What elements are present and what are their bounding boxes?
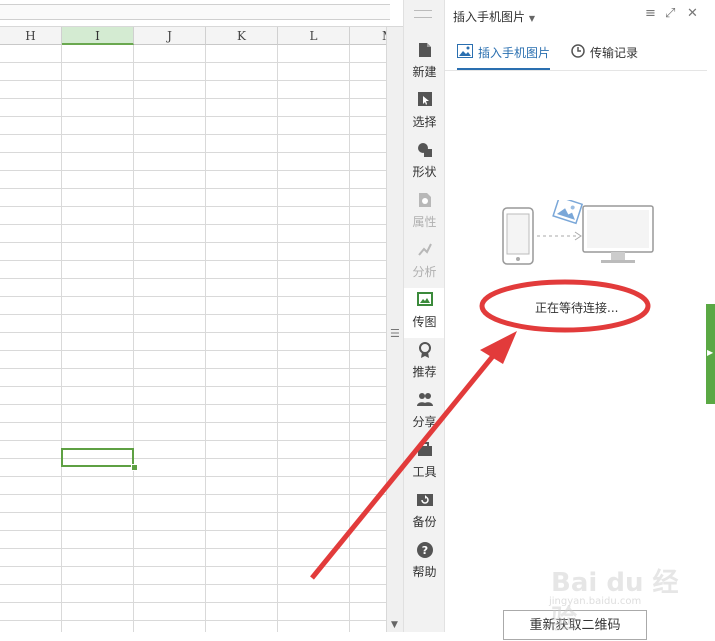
shape-icon [404, 142, 445, 160]
shrink-icon[interactable]: ⤢ [665, 6, 675, 21]
fill-handle[interactable] [131, 464, 138, 471]
scroll-grip-icon[interactable]: ☰ [390, 327, 400, 340]
file-icon [404, 42, 445, 60]
toolbar-select-button[interactable]: 选择 [404, 88, 445, 138]
phone-icon [502, 207, 534, 265]
vertical-scrollbar[interactable]: ☰ ▼ [386, 27, 403, 632]
recommend-icon [404, 342, 445, 360]
close-icon[interactable]: ✕ [687, 6, 698, 21]
toolbar-analyze-label: 分析 [412, 265, 437, 279]
expand-arrow-icon: ▶ [707, 348, 714, 357]
tab-transfer-history[interactable]: 传输记录 [571, 44, 638, 68]
toolbar-backup-label: 备份 [412, 515, 437, 529]
watermark-url: jingyan.baidu.com [549, 596, 642, 607]
column-header-m[interactable]: M [350, 27, 386, 45]
svg-text:?: ? [421, 544, 427, 557]
scroll-down-icon[interactable]: ▼ [391, 620, 398, 630]
toolbar-help-button[interactable]: ? 帮助 [404, 538, 445, 588]
connection-status: 正在等待连接... [535, 301, 619, 315]
side-toolbar: 新建 选择 形状 属性 分析 传图 推荐 分享 工具 备份 ? 帮助 [403, 0, 445, 632]
toolbar-analyze-button[interactable]: 分析 [404, 238, 445, 288]
image-icon [457, 44, 473, 61]
panel-title-dropdown[interactable]: 插入手机图片 ▼ [453, 8, 535, 25]
properties-icon [404, 192, 445, 210]
toolbar-new-label: 新建 [412, 65, 437, 79]
toolbar-share-label: 分享 [412, 415, 437, 429]
toolbar-upload-image-button[interactable]: 传图 [404, 288, 445, 338]
column-header-k[interactable]: K [206, 27, 278, 45]
toolbar-backup-button[interactable]: 备份 [404, 488, 445, 538]
select-icon [404, 92, 445, 110]
tab-transfer-history-label: 传输记录 [590, 46, 639, 60]
transfer-arrow-icon [537, 231, 582, 241]
panel-tabs: 插入手机图片 传输记录 [445, 36, 707, 71]
tab-insert-phone-image-label: 插入手机图片 [478, 46, 551, 60]
toolbar-share-button[interactable]: 分享 [404, 388, 445, 438]
toolbar-collapse-icon[interactable] [414, 10, 432, 18]
formula-bar[interactable] [0, 4, 390, 20]
panel-expand-handle[interactable]: ▶ [706, 304, 715, 404]
share-icon [404, 392, 445, 410]
toolbar-help-label: 帮助 [412, 565, 437, 579]
column-header-j[interactable]: J [134, 27, 206, 45]
backup-icon [404, 492, 445, 510]
column-header-l[interactable]: L [278, 27, 350, 45]
photo-icon [552, 195, 584, 225]
toolbar-properties-button[interactable]: 属性 [404, 188, 445, 238]
insert-phone-image-panel: 插入手机图片 ▼ ≡ ⤢ ✕ 插入手机图片 传输记录 正在等待连接... 重新获… [444, 0, 707, 640]
toolbar-recommend-label: 推荐 [412, 365, 437, 379]
monitor-icon [582, 205, 654, 263]
analyze-icon [404, 242, 445, 260]
clock-icon [571, 44, 585, 61]
menu-icon[interactable]: ≡ [645, 6, 656, 21]
upload-image-icon [404, 292, 445, 310]
tab-insert-phone-image[interactable]: 插入手机图片 [457, 44, 551, 70]
toolbar-new-button[interactable]: 新建 [404, 38, 445, 88]
toolbar-recommend-button[interactable]: 推荐 [404, 338, 445, 388]
toolbar-select-label: 选择 [412, 115, 437, 129]
column-header-h[interactable]: H [0, 27, 62, 45]
toolbar-shape-label: 形状 [412, 165, 437, 179]
phone-to-pc-illustration [493, 195, 663, 270]
help-icon: ? [404, 542, 445, 560]
panel-title: 插入手机图片 [453, 10, 526, 24]
toolbar-tools-label: 工具 [412, 465, 437, 479]
toolbar-upload-image-label: 传图 [412, 315, 437, 329]
tools-icon [404, 442, 445, 460]
selected-cell[interactable] [61, 448, 134, 467]
toolbar-shape-button[interactable]: 形状 [404, 138, 445, 188]
formula-bar-area [0, 0, 403, 27]
column-header-i[interactable]: I [62, 27, 134, 45]
baidu-watermark: Bai du 经验 jingyan.baidu.com [549, 560, 699, 635]
spreadsheet-grid[interactable]: H I J K L M [0, 27, 386, 632]
toolbar-properties-label: 属性 [412, 215, 437, 229]
toolbar-tools-button[interactable]: 工具 [404, 438, 445, 488]
cell-area[interactable] [0, 45, 386, 632]
dropdown-caret-icon: ▼ [528, 14, 535, 23]
